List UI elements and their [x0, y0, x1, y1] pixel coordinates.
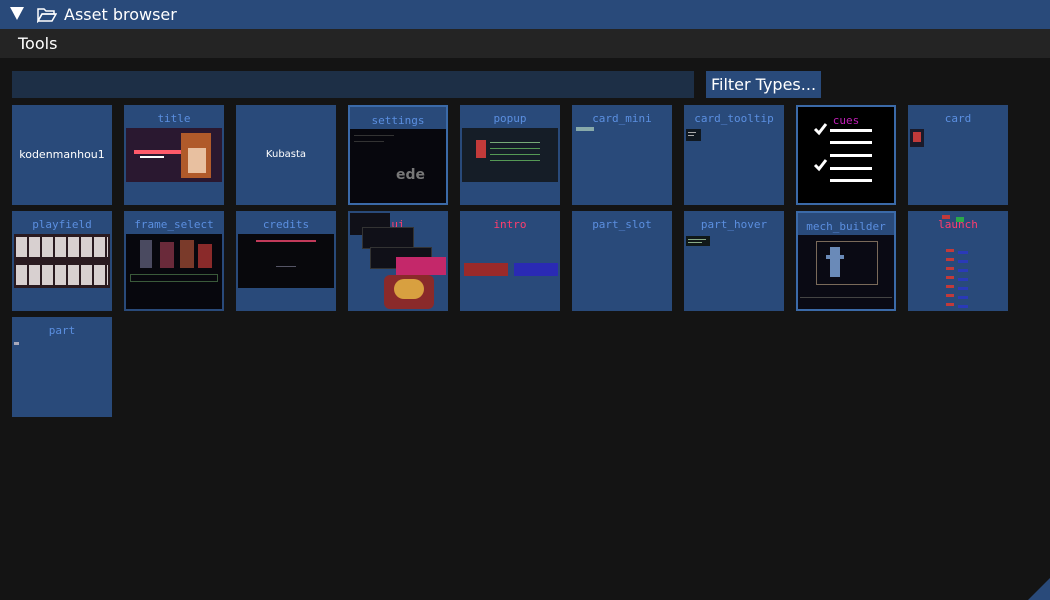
asset-tile-label: intro — [493, 218, 527, 231]
asset-tile-label: credits — [262, 218, 310, 231]
asset-tile-popup[interactable]: popup — [460, 105, 560, 205]
asset-tile-cues[interactable]: cues — [796, 105, 896, 205]
asset-tile-kubasta[interactable]: Kubasta — [236, 105, 336, 205]
asset-tile-kodenmanhou1[interactable]: kodenmanhou1 — [12, 105, 112, 205]
checklist-thumbnail — [813, 123, 872, 182]
asset-thumbnail — [126, 234, 222, 309]
asset-thumbnail — [350, 213, 446, 309]
asset-tile-launch[interactable]: launch — [908, 211, 1008, 311]
asset-tile-card-tooltip[interactable]: card_tooltip — [684, 105, 784, 205]
asset-thumbnail — [686, 236, 710, 246]
asset-tile-credits[interactable]: credits — [236, 211, 336, 311]
asset-tile-label: card — [944, 112, 972, 125]
asset-tile-label: mech_builder — [806, 220, 886, 233]
window-title: Asset browser — [64, 5, 177, 24]
asset-tile-ui[interactable]: ui — [348, 211, 448, 311]
asset-tile-frame-select[interactable]: frame_select — [124, 211, 224, 311]
asset-thumbnail: ede — [350, 129, 446, 203]
menu-bar: Tools — [0, 29, 1050, 58]
asset-thumbnail — [238, 234, 334, 288]
asset-thumbnail — [938, 215, 978, 311]
asset-tile-mech-builder[interactable]: mech_builder — [796, 211, 896, 311]
asset-tile-label: playfield — [32, 218, 92, 231]
asset-thumbnail — [576, 127, 594, 131]
asset-tile-part-hover[interactable]: part_hover — [684, 211, 784, 311]
menu-tools[interactable]: Tools — [18, 34, 57, 53]
asset-tile-label: part_hover — [700, 218, 768, 231]
asset-tile-settings[interactable]: settings ede — [348, 105, 448, 205]
resize-grip-icon[interactable] — [1028, 578, 1050, 600]
asset-tile-title[interactable]: title — [124, 105, 224, 205]
asset-thumbnail — [514, 263, 558, 276]
asset-tile-text: Kubasta — [265, 149, 307, 160]
title-bar[interactable]: Asset browser — [0, 0, 1050, 29]
asset-tile-card[interactable]: card — [908, 105, 1008, 205]
asset-thumbnail — [462, 128, 558, 182]
asset-tile-label: title — [157, 112, 191, 125]
asset-thumbnail — [686, 129, 701, 141]
collapse-arrow-icon[interactable] — [10, 7, 24, 20]
asset-tile-label: frame_select — [134, 218, 214, 231]
asset-tile-label: popup — [493, 112, 527, 125]
asset-thumbnail — [910, 129, 924, 147]
asset-tile-part[interactable]: part — [12, 317, 112, 417]
asset-tile-label: card_tooltip — [694, 112, 774, 125]
asset-tile-playfield[interactable]: playfield — [12, 211, 112, 311]
asset-thumbnail — [14, 234, 110, 288]
asset-tile-intro[interactable]: intro — [460, 211, 560, 311]
asset-tile-label: part_slot — [592, 218, 652, 231]
folder-open-icon — [37, 8, 57, 23]
asset-thumbnail — [798, 235, 894, 309]
asset-tile-card-mini[interactable]: card_mini — [572, 105, 672, 205]
asset-thumbnail — [126, 128, 222, 182]
asset-tile-label: settings — [371, 114, 425, 127]
filter-types-button[interactable]: Filter Types... — [706, 71, 821, 98]
asset-tile-label: card_mini — [592, 112, 652, 125]
asset-thumbnail — [14, 342, 19, 345]
asset-tile-label: part — [48, 324, 76, 337]
asset-thumbnail — [464, 263, 508, 276]
search-input[interactable] — [12, 71, 694, 98]
asset-tile-text: kodenmanhou1 — [19, 148, 105, 161]
asset-tile-part-slot[interactable]: part_slot — [572, 211, 672, 311]
